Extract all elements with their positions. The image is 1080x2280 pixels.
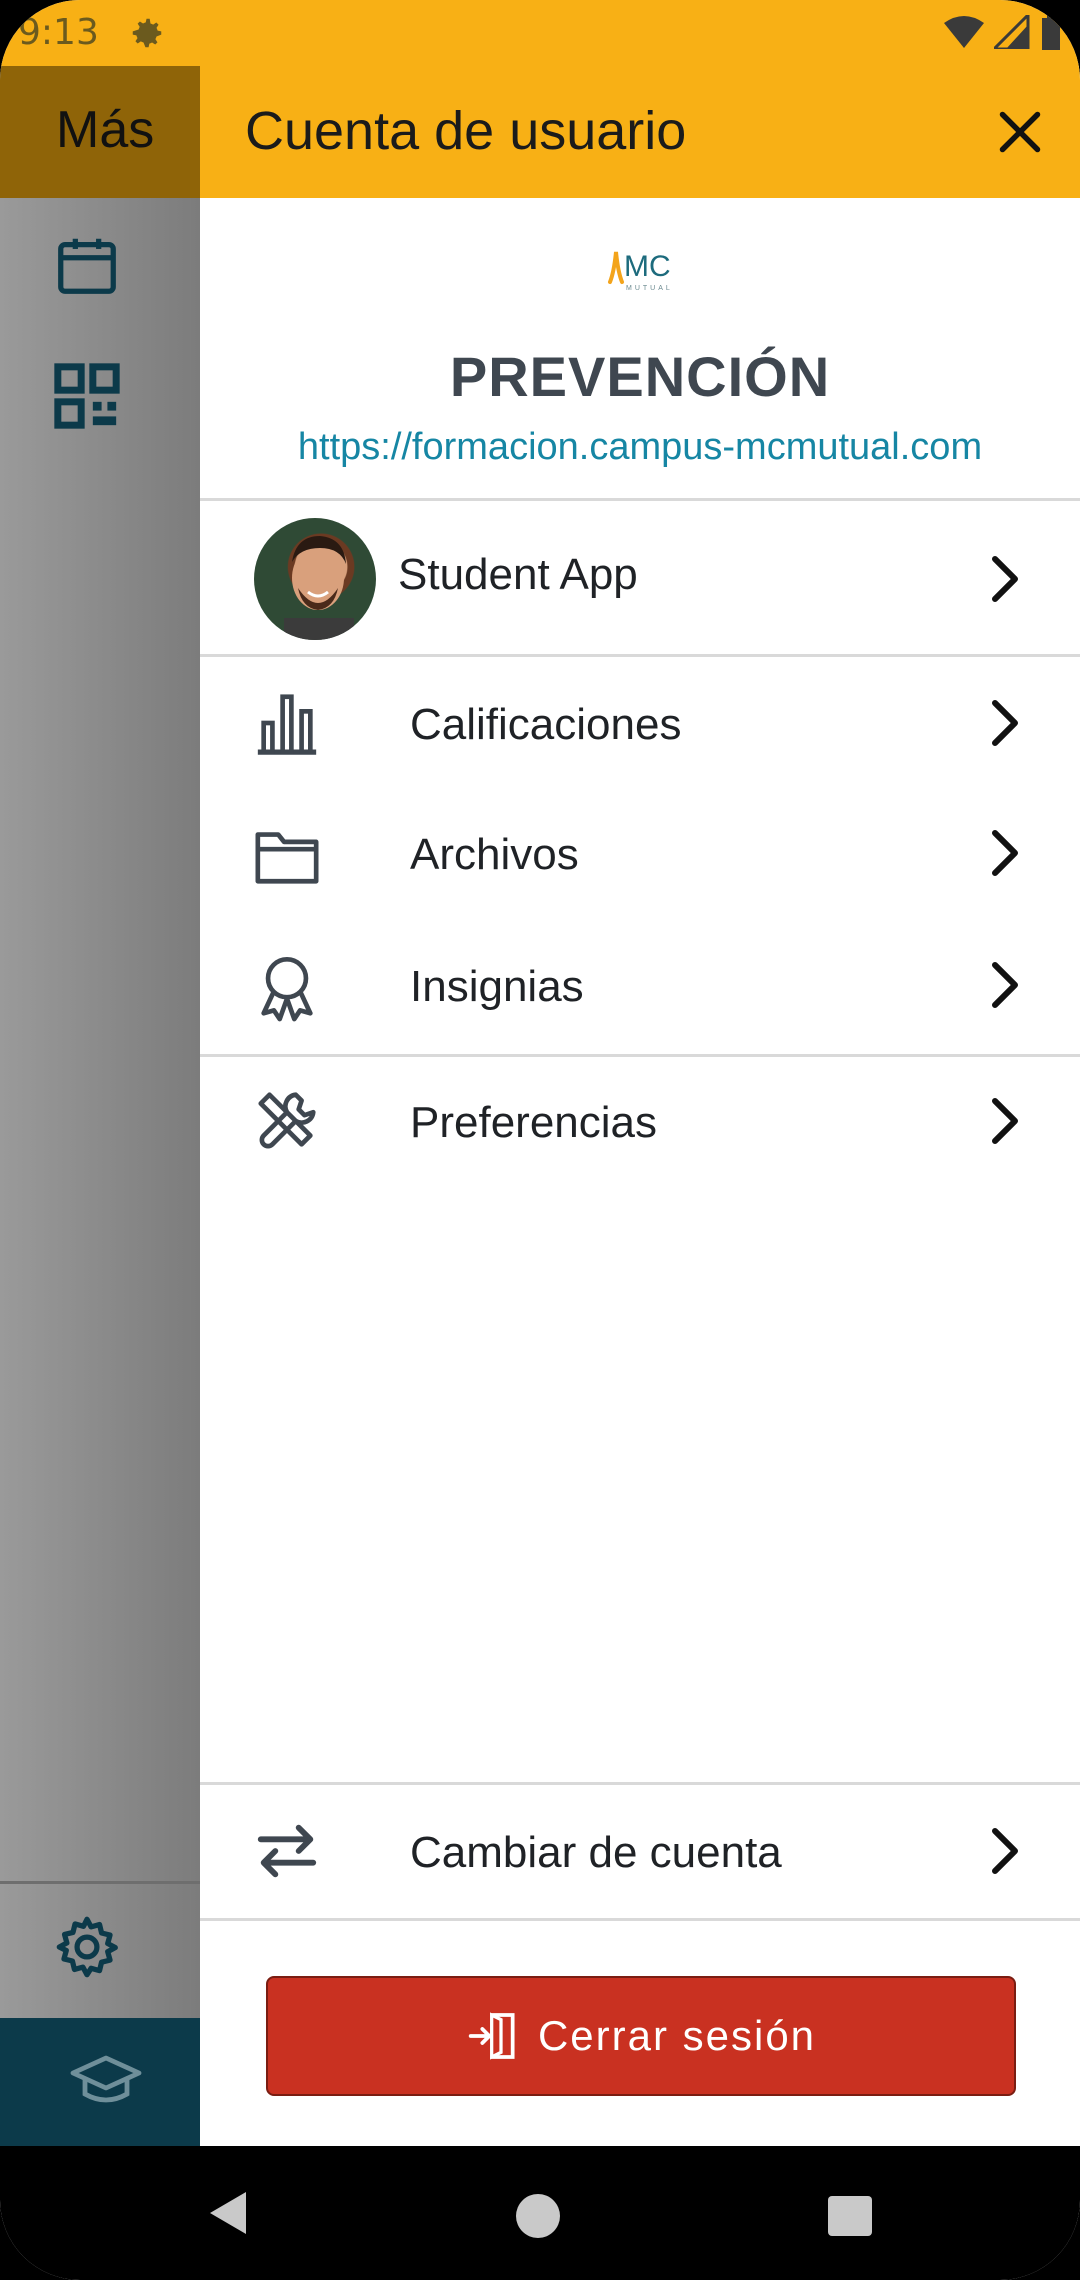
chevron-right-icon xyxy=(992,700,1018,746)
status-icons xyxy=(944,14,1062,50)
menu-item-label: Preferencias xyxy=(410,1098,658,1147)
switch-account-row[interactable]: Cambiar de cuenta xyxy=(200,1784,1080,1916)
bar-chart-icon xyxy=(257,694,317,755)
divider xyxy=(200,1918,1080,1921)
background-divider xyxy=(0,1881,200,1884)
logout-label: Cerrar sesión xyxy=(537,2012,817,2059)
background-header: Más xyxy=(0,66,200,198)
status-bar: 9:13 xyxy=(0,0,1080,66)
back-button[interactable] xyxy=(206,2188,250,2238)
chevron-right-icon xyxy=(992,1098,1018,1144)
calendar-icon xyxy=(58,238,116,294)
status-time: 9:13 xyxy=(18,12,99,53)
menu-item-calificaciones[interactable]: Calificaciones xyxy=(200,658,1080,788)
svg-text:MC: MC xyxy=(624,250,671,283)
background-screen: Más xyxy=(0,66,200,2146)
chevron-right-icon xyxy=(992,830,1018,876)
drawer-title: Cuenta de usuario xyxy=(245,101,687,161)
tools-icon xyxy=(258,1092,316,1149)
menu-item-label: Calificaciones xyxy=(410,700,682,749)
swap-arrows-icon xyxy=(257,1824,317,1878)
wifi-icon xyxy=(944,16,984,48)
chevron-right-icon xyxy=(992,1828,1018,1874)
divider xyxy=(200,498,1080,501)
badge-icon xyxy=(261,956,313,1022)
svg-text:MUTUAL: MUTUAL xyxy=(626,285,673,292)
chevron-right-icon xyxy=(992,962,1018,1008)
menu-item-insignias[interactable]: Insignias xyxy=(200,920,1080,1052)
user-avatar xyxy=(254,518,376,640)
user-name: Student App xyxy=(398,550,638,599)
battery-icon xyxy=(1042,14,1060,50)
site-logo: MC MUTUAL xyxy=(608,250,673,292)
divider xyxy=(200,654,1080,657)
folder-icon xyxy=(255,832,319,884)
menu-item-label: Archivos xyxy=(410,830,579,879)
logout-button[interactable]: Cerrar sesión xyxy=(266,1976,1016,2096)
drawer-header: Cuenta de usuario xyxy=(200,66,1080,198)
chevron-right-icon xyxy=(992,556,1018,602)
home-button[interactable] xyxy=(516,2194,560,2238)
user-account-drawer: Cuenta de usuario MC MUTUAL PREVENCIÓN h… xyxy=(200,66,1080,2146)
switch-account-label: Cambiar de cuenta xyxy=(410,1828,782,1877)
system-navigation-bar xyxy=(0,2146,1080,2280)
device-screen: 9:13 Más Cuenta de usuario MC MUTUAL PRE… xyxy=(0,0,1080,2280)
settings-status-icon xyxy=(132,18,162,48)
gear-icon xyxy=(56,1916,118,1978)
close-button[interactable] xyxy=(990,102,1050,162)
site-name: PREVENCIÓN xyxy=(449,345,831,408)
signal-icon xyxy=(994,15,1030,49)
graduation-cap-icon xyxy=(70,2055,142,2103)
site-url-link[interactable]: https://formacion.campus-mcmutual.com xyxy=(200,426,1080,469)
recent-apps-button[interactable] xyxy=(828,2196,872,2236)
menu-item-label: Insignias xyxy=(410,962,584,1011)
background-title: Más xyxy=(56,101,155,159)
user-profile-row[interactable]: Student App xyxy=(200,502,1080,652)
logout-icon xyxy=(468,2012,515,2060)
menu-item-preferencias[interactable]: Preferencias xyxy=(200,1056,1080,1188)
background-bottom-tab xyxy=(0,2018,200,2146)
menu-item-archivos[interactable]: Archivos xyxy=(200,788,1080,920)
qr-code-icon xyxy=(54,363,120,429)
